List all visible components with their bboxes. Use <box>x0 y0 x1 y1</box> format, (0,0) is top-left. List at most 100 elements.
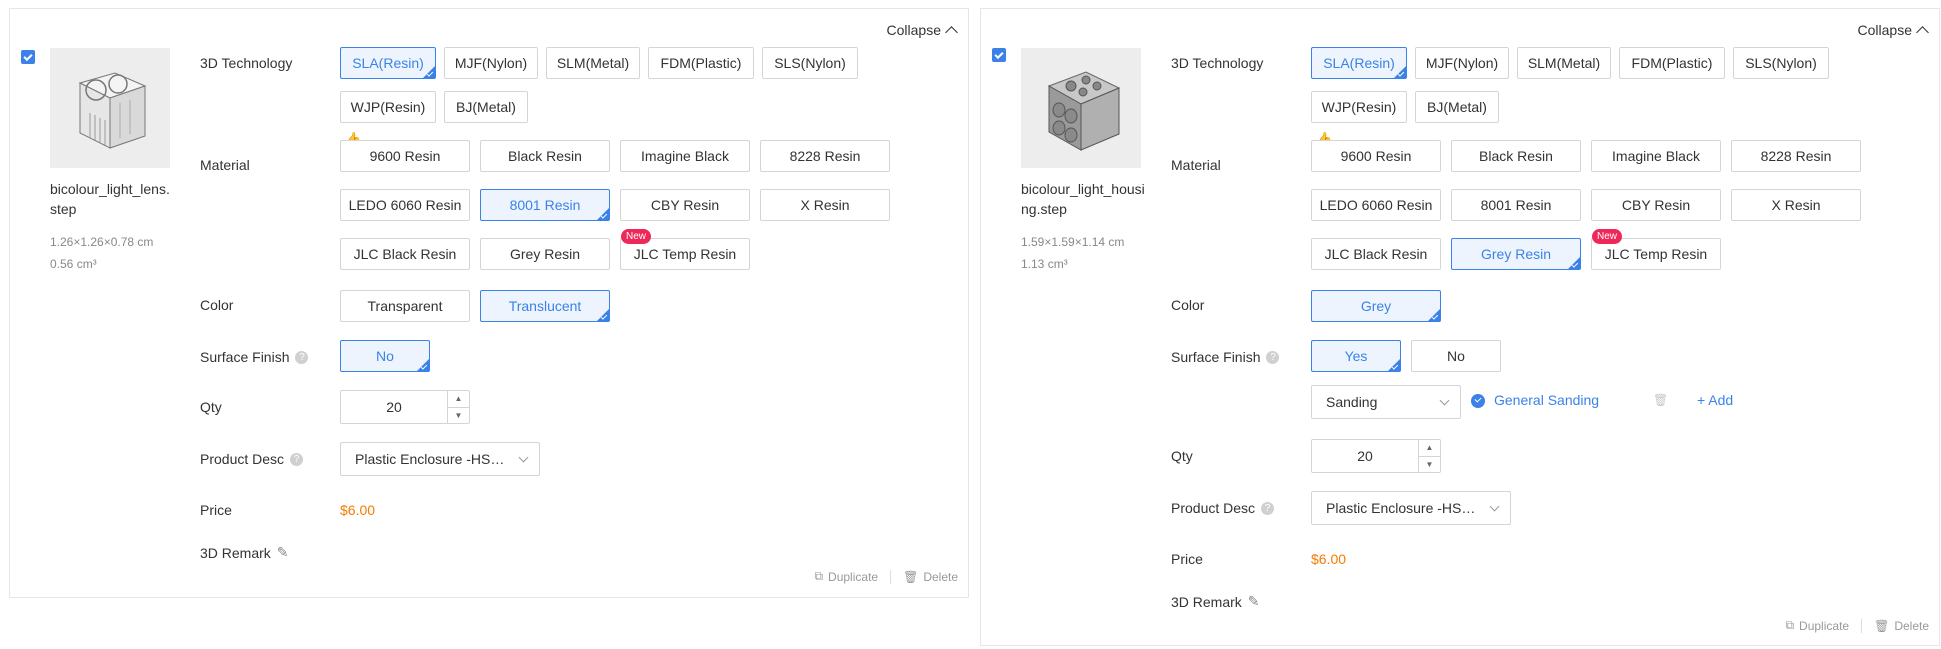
material-option[interactable]: 8228 Resin <box>1731 140 1861 172</box>
file-name: bicolour_light_lens.step <box>50 181 170 217</box>
general-sanding-link[interactable]: General Sanding <box>1494 392 1599 408</box>
material-option[interactable]: Grey Resin <box>1451 238 1581 270</box>
surface-finish-label: Surface Finish ? <box>200 349 309 365</box>
part-card-housing: Collapse bicolour_light_housing.step 1.5… <box>980 8 1940 646</box>
material-option[interactable]: LEDO 6060 Resin <box>1311 189 1441 221</box>
quantity-stepper[interactable]: ▲ ▼ <box>1311 439 1441 473</box>
tech-option[interactable]: BJ(Metal) <box>1415 91 1499 123</box>
material-option[interactable]: Grey Resin <box>480 238 610 270</box>
tech-option[interactable]: WJP(Resin) <box>1311 91 1407 123</box>
housing-model-icon <box>1047 71 1121 151</box>
pencil-icon[interactable]: ✎ <box>1248 593 1260 610</box>
delete-button[interactable]: 🗑 Delete <box>903 570 958 584</box>
price-value: $6.00 <box>1311 551 1347 567</box>
chevron-up-icon <box>945 26 958 39</box>
tech-option[interactable]: FDM(Plastic) <box>648 47 754 79</box>
material-option-new[interactable]: JLC Temp Resin New <box>1591 229 1721 270</box>
decrement-icon[interactable]: ▼ <box>448 408 469 424</box>
material-option[interactable]: CBY Resin <box>1591 189 1721 221</box>
part-card-lens: Collapse bicolour_light_lens.step 1.26×1… <box>9 8 969 598</box>
tech-option[interactable]: SLM(Metal) <box>1517 47 1611 79</box>
material-option[interactable]: X Resin <box>760 189 890 221</box>
select-checkbox[interactable] <box>21 50 35 64</box>
tech-option[interactable]: WJP(Resin) <box>340 91 436 123</box>
new-badge: New <box>621 229 652 244</box>
sanding-select[interactable]: Sanding <box>1311 385 1461 419</box>
qty-input[interactable] <box>1312 440 1418 472</box>
tech-option[interactable]: SLA(Resin) <box>1311 47 1407 79</box>
copy-icon: ⧉ <box>814 569 824 583</box>
qty-label: Qty <box>200 399 222 415</box>
collapse-button[interactable]: Collapse <box>1857 22 1929 39</box>
add-finish-button[interactable]: + Add <box>1697 392 1733 408</box>
tech-option[interactable]: SLS(Nylon) <box>762 47 858 79</box>
collapse-label: Collapse <box>1857 22 1912 38</box>
color-label: Color <box>200 297 234 313</box>
model-thumbnail <box>1021 48 1141 168</box>
remark-label: 3D Remark ✎ <box>200 544 289 561</box>
duplicate-button[interactable]: ⧉ Duplicate <box>814 569 878 584</box>
material-option[interactable]: LEDO 6060 Resin <box>340 189 470 221</box>
chevron-down-icon <box>518 452 529 463</box>
product-desc-value: Plastic Enclosure -HS… <box>355 451 505 467</box>
qty-label: Qty <box>1171 448 1193 464</box>
surface-finish-option[interactable]: No <box>1411 340 1501 372</box>
tech-option[interactable]: BJ(Metal) <box>444 91 528 123</box>
increment-icon[interactable]: ▲ <box>448 391 469 408</box>
help-icon[interactable]: ? <box>1266 350 1280 364</box>
tech-option[interactable]: FDM(Plastic) <box>1619 47 1725 79</box>
remark-label: 3D Remark ✎ <box>1171 593 1260 610</box>
color-label: Color <box>1171 297 1205 313</box>
surface-finish-option[interactable]: Yes <box>1311 340 1401 372</box>
product-desc-select[interactable]: Plastic Enclosure -HS… <box>1311 491 1511 525</box>
material-option[interactable]: 9600 Resin <box>340 140 470 172</box>
product-desc-value: Plastic Enclosure -HS… <box>1326 500 1476 516</box>
pencil-icon[interactable]: ✎ <box>277 544 289 561</box>
decrement-icon[interactable]: ▼ <box>1419 457 1440 473</box>
material-option-new[interactable]: JLC Temp Resin New <box>620 229 750 270</box>
collapse-button[interactable]: Collapse <box>887 22 958 39</box>
help-icon[interactable]: ? <box>295 350 309 364</box>
dimensions: 1.26×1.26×0.78 cm <box>50 235 154 249</box>
material-option[interactable]: CBY Resin <box>620 189 750 221</box>
tech-option[interactable]: MJF(Nylon) <box>1415 47 1509 79</box>
material-option[interactable]: 9600 Resin <box>1311 140 1441 172</box>
material-option[interactable]: Imagine Black <box>1591 140 1721 172</box>
tech-option[interactable]: SLM(Metal) <box>546 47 640 79</box>
material-option[interactable]: 8001 Resin <box>1451 189 1581 221</box>
material-option[interactable]: 8228 Resin <box>760 140 890 172</box>
trash-icon[interactable]: 🗑 <box>1653 393 1668 407</box>
qty-input[interactable] <box>341 391 447 423</box>
technology-label: 3D Technology <box>200 55 293 71</box>
surface-finish-option[interactable]: No <box>340 340 430 372</box>
file-name: bicolour_light_housing.step <box>1021 181 1145 217</box>
trash-icon: 🗑 <box>1874 618 1890 633</box>
product-desc-select[interactable]: Plastic Enclosure -HS… <box>340 442 540 476</box>
new-badge: New <box>1592 229 1623 244</box>
material-option[interactable]: 8001 Resin <box>480 189 610 221</box>
material-option[interactable]: JLC Black Resin <box>1311 238 1441 270</box>
material-option[interactable]: Imagine Black <box>620 140 750 172</box>
tech-option[interactable]: SLA(Resin) <box>340 47 436 79</box>
increment-icon[interactable]: ▲ <box>1419 440 1440 457</box>
material-label: Material <box>1171 157 1221 173</box>
material-option[interactable]: JLC Black Resin <box>340 238 470 270</box>
chevron-up-icon <box>1916 26 1929 39</box>
help-icon[interactable]: ? <box>290 452 304 466</box>
color-option[interactable]: Transparent <box>340 290 470 322</box>
color-option[interactable]: Grey <box>1311 290 1441 322</box>
help-icon[interactable]: ? <box>1261 501 1275 515</box>
tech-option[interactable]: MJF(Nylon) <box>444 47 538 79</box>
tech-option[interactable]: SLS(Nylon) <box>1733 47 1829 79</box>
quantity-stepper[interactable]: ▲ ▼ <box>340 390 470 424</box>
divider <box>1861 618 1863 633</box>
card-actions: ⧉ Duplicate 🗑 Delete <box>1785 618 1929 633</box>
color-option[interactable]: Translucent <box>480 290 610 322</box>
material-option[interactable]: Black Resin <box>1451 140 1581 172</box>
technology-label: 3D Technology <box>1171 55 1264 71</box>
duplicate-button[interactable]: ⧉ Duplicate <box>1785 618 1849 633</box>
delete-button[interactable]: 🗑 Delete <box>1874 619 1929 633</box>
material-option[interactable]: X Resin <box>1731 189 1861 221</box>
select-checkbox[interactable] <box>992 48 1006 62</box>
material-option[interactable]: Black Resin <box>480 140 610 172</box>
